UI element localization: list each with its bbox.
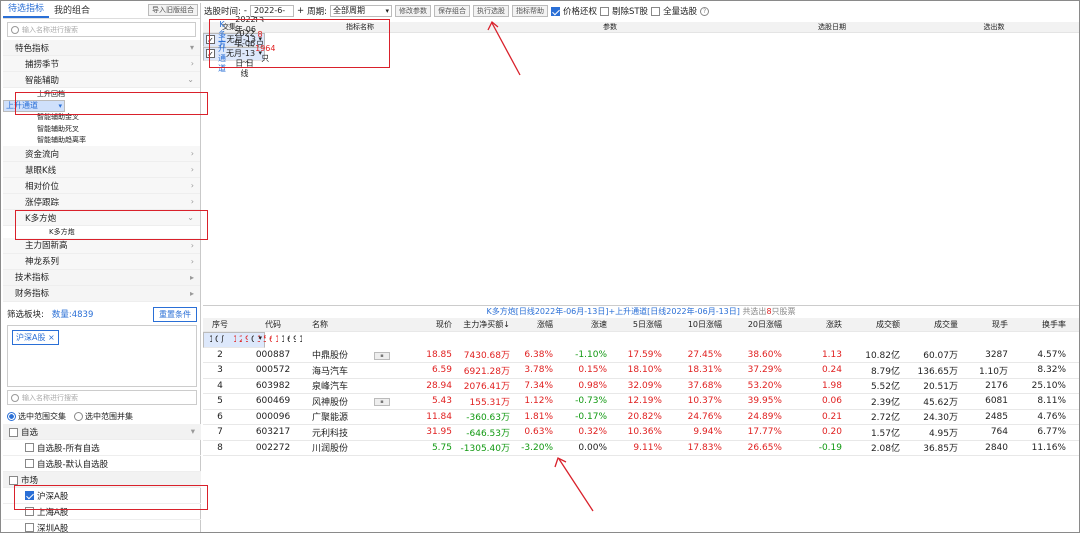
- annotation-arrow: [491, 22, 521, 76]
- annotation-arrow-head: [554, 457, 567, 468]
- annotation-arrows: [487, 20, 594, 512]
- app-window: 待选指标 我的组合 导入旧版组合 输入名称进行搜索 特色指标 ▾ 捕捞季节 › 智能…: [0, 0, 1080, 533]
- annotation-arrow: [558, 458, 594, 512]
